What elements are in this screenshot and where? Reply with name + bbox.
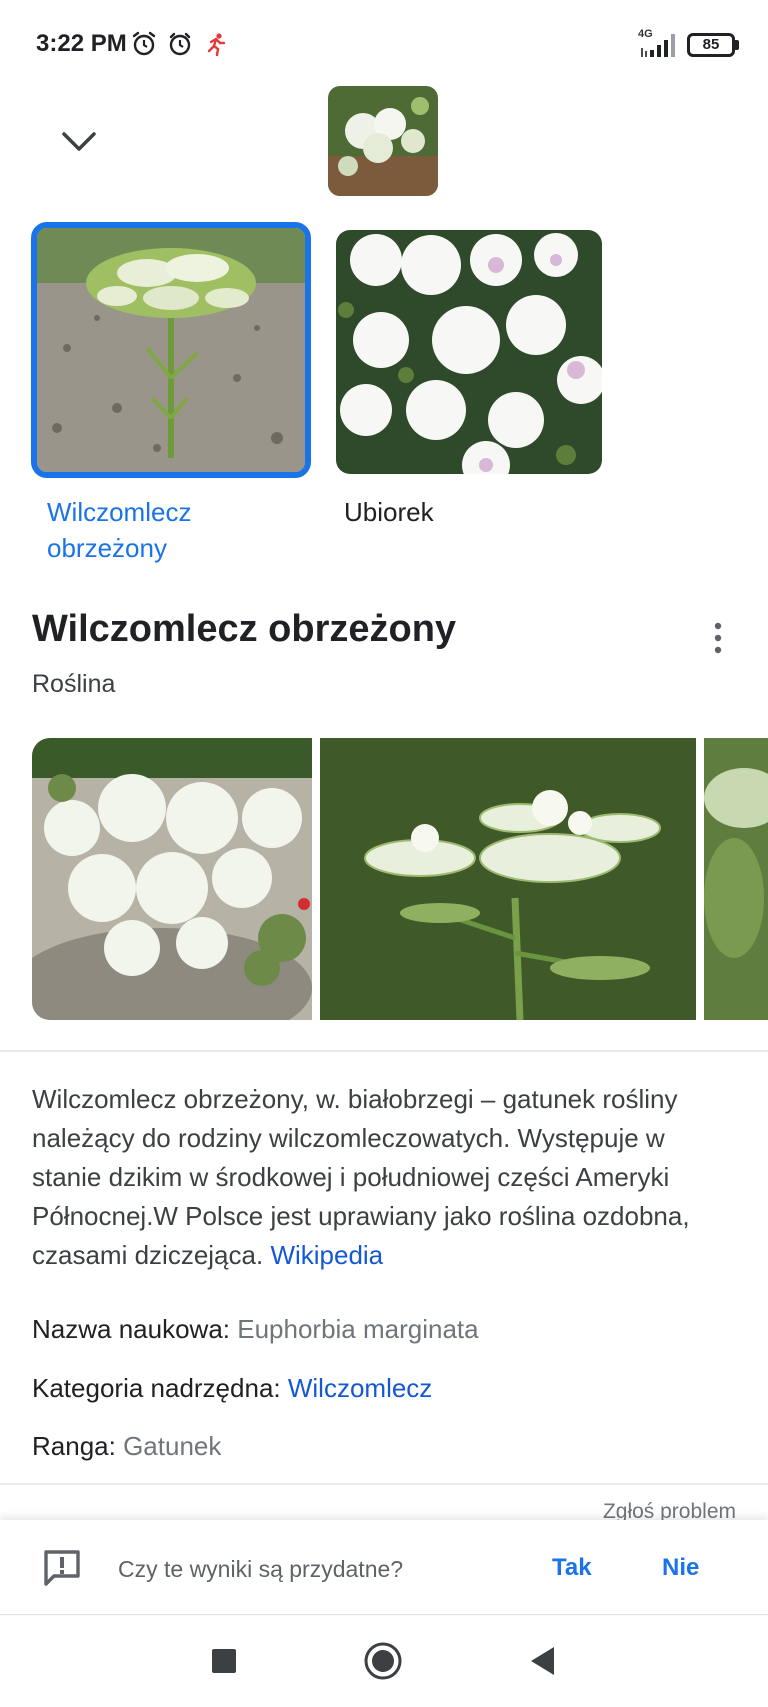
divider xyxy=(0,1050,768,1052)
alarm-icon xyxy=(132,31,156,56)
result-subtitle: Roślina xyxy=(32,670,116,698)
alarm-clock-icon xyxy=(169,32,191,56)
image-gallery[interactable] xyxy=(32,738,768,1020)
status-time: 3:22 PM xyxy=(36,30,127,57)
more-options-icon[interactable] xyxy=(706,618,730,658)
fact-parent-category: Kategoria nadrzędna: Wilczomlecz xyxy=(32,1373,432,1404)
plant-photo xyxy=(320,738,696,1020)
wikipedia-link[interactable]: Wikipedia xyxy=(270,1240,383,1270)
flower-photo xyxy=(328,86,438,196)
candidate-image xyxy=(336,230,602,474)
candidate-card-ubiorek[interactable]: Ubiorek xyxy=(336,222,602,530)
gallery-image[interactable] xyxy=(320,738,696,1020)
query-image-thumbnail[interactable] xyxy=(328,86,438,196)
feedback-no-button[interactable]: Nie xyxy=(662,1554,699,1582)
candidate-label[interactable]: Ubiorek xyxy=(336,494,596,530)
signal-icon xyxy=(641,34,675,57)
divider xyxy=(0,1483,768,1485)
parent-category-link[interactable]: Wilczomlecz xyxy=(288,1373,432,1403)
gallery-image[interactable] xyxy=(704,738,768,1020)
fact-label: Kategoria nadrzędna: xyxy=(32,1373,281,1403)
candidate-image xyxy=(31,222,311,478)
result-description: Wilczomlecz obrzeżony, w. białobrzegi – … xyxy=(32,1080,732,1275)
feedback-bar: Czy te wyniki są przydatne? Tak Nie xyxy=(0,1520,768,1615)
fact-label: Ranga: xyxy=(32,1431,116,1461)
battery-icon: 85 xyxy=(687,33,735,57)
fact-value: Gatunek xyxy=(123,1431,222,1461)
status-bar: 3:22 PM 4G 85 xyxy=(0,0,768,92)
candidate-label[interactable]: Wilczomlecz obrzeżony xyxy=(31,494,291,566)
gallery-image[interactable] xyxy=(32,738,312,1020)
battery-tip xyxy=(735,40,739,50)
home-button[interactable] xyxy=(360,1638,406,1684)
back-button[interactable] xyxy=(520,1638,566,1684)
fact-value: Euphorbia marginata xyxy=(237,1314,479,1344)
chevron-down-icon[interactable] xyxy=(54,122,104,162)
candidate-card-wilczomlecz[interactable]: Wilczomlecz obrzeżony xyxy=(31,222,311,566)
plant-photo xyxy=(704,738,768,1020)
plant-photo xyxy=(37,228,305,472)
feedback-icon xyxy=(44,1550,80,1586)
plant-photo xyxy=(32,738,312,1020)
result-title: Wilczomlecz obrzeżony xyxy=(32,608,457,650)
running-app-icon xyxy=(207,33,226,57)
recent-apps-button[interactable] xyxy=(201,1638,247,1684)
feedback-question: Czy te wyniki są przydatne? xyxy=(118,1556,404,1582)
fact-label: Nazwa naukowa: xyxy=(32,1314,230,1344)
fact-rank: Ranga: Gatunek xyxy=(32,1431,221,1462)
flower-photo xyxy=(336,230,602,474)
feedback-yes-button[interactable]: Tak xyxy=(552,1554,592,1582)
system-nav-bar xyxy=(0,1616,768,1707)
fact-scientific-name: Nazwa naukowa: Euphorbia marginata xyxy=(32,1314,479,1345)
